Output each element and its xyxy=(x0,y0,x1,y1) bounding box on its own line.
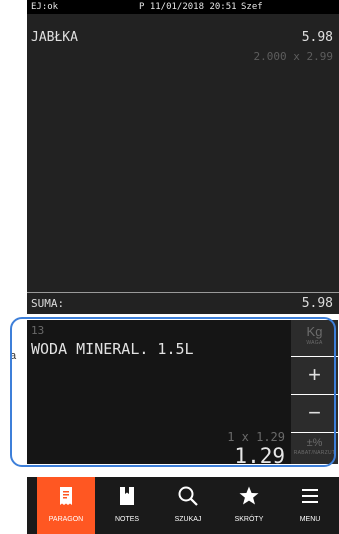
plu-number: 13 xyxy=(31,324,45,337)
annotation-label: a xyxy=(10,350,17,362)
receipt-list[interactable]: JABŁKA 5.98 2.000 x 2.99 xyxy=(27,14,339,314)
search-icon xyxy=(178,486,198,506)
discount-label: ±% xyxy=(306,437,323,449)
weight-button[interactable]: Kg WAGA xyxy=(291,320,338,356)
status-bar: EJ:ok P 11/01/2018 20:51 Szef xyxy=(27,0,339,14)
sum-row: SUMA: 5.98 xyxy=(27,292,339,314)
quantity-line: 1 x 1.29 xyxy=(227,430,285,444)
item-name: JABŁKA xyxy=(31,30,78,45)
sum-divider xyxy=(27,292,339,293)
nav-label: SKRÓTY xyxy=(234,516,264,523)
item-total: 5.98 xyxy=(301,30,333,45)
discount-sublabel: RABAT/NARZUT xyxy=(293,450,336,456)
nav-szukaj[interactable]: SZUKAJ xyxy=(159,477,217,534)
decrease-button[interactable]: − xyxy=(291,395,338,432)
nav-skroty[interactable]: SKRÓTY xyxy=(220,477,278,534)
entry-keys: Kg WAGA + − ±% RABAT/NARZUT xyxy=(291,320,338,464)
item-detail: 2.000 x 2.99 xyxy=(253,50,333,63)
menu-icon xyxy=(302,489,318,503)
plus-icon: + xyxy=(308,362,321,387)
minus-icon: − xyxy=(308,400,321,425)
nav-paragon[interactable]: PARAGON xyxy=(37,477,95,534)
increase-button[interactable]: + xyxy=(291,357,338,394)
entry-area: a 13 WODA MINERAL. 1.5L 1 x 1.29 1.29 Kg… xyxy=(10,317,339,473)
nav-menu[interactable]: MENU xyxy=(281,477,339,534)
sum-label: SUMA: xyxy=(31,297,65,310)
receipt-icon xyxy=(60,487,72,505)
nav-label: NOTES xyxy=(114,516,140,523)
nav-notes[interactable]: NOTES xyxy=(98,477,156,534)
item-price: 1.29 xyxy=(234,444,285,468)
nav-label: MENU xyxy=(299,516,321,523)
sum-value: 5.98 xyxy=(301,296,333,311)
notes-icon xyxy=(120,487,134,505)
product-name: WODA MINERAL. 1.5L xyxy=(31,340,194,358)
star-icon xyxy=(239,486,259,505)
nav-label: SZUKAJ xyxy=(174,516,202,523)
date-time: P 11/01/2018 20:51 xyxy=(139,2,237,12)
weight-label: Kg xyxy=(306,324,323,339)
user-name: Szef xyxy=(241,2,263,12)
current-item-panel[interactable]: 13 WODA MINERAL. 1.5L 1 x 1.29 1.29 xyxy=(27,320,291,468)
discount-button[interactable]: ±% RABAT/NARZUT xyxy=(291,433,338,464)
bottom-nav: PARAGON NOTES SZUKAJ SKRÓTY MENU xyxy=(27,477,339,534)
ej-status: EJ:ok xyxy=(31,2,59,12)
weight-sublabel: WAGA xyxy=(306,340,323,346)
nav-label: PARAGON xyxy=(48,516,84,523)
